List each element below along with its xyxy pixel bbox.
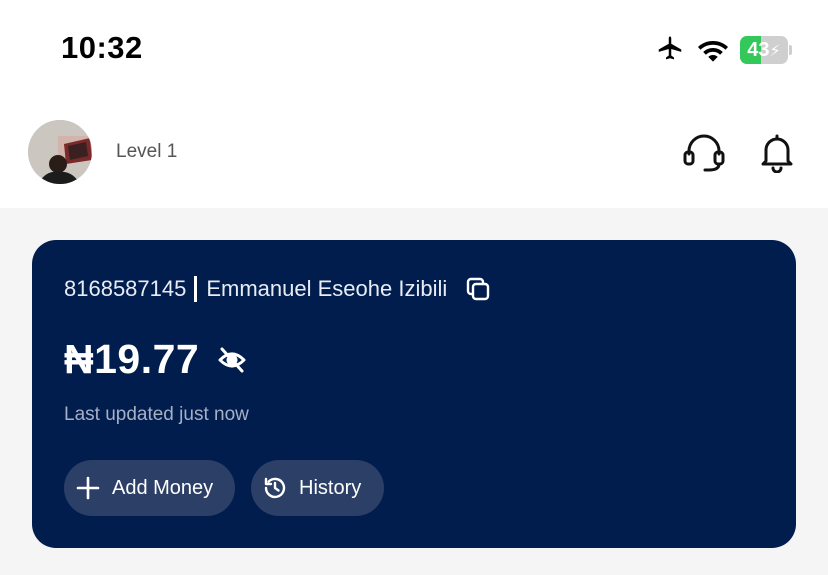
- history-clock-icon: [264, 477, 286, 499]
- status-time: 10:32: [61, 30, 143, 65]
- account-number: 8168587145: [64, 276, 187, 301]
- support-headset-icon[interactable]: [681, 130, 727, 176]
- add-money-button[interactable]: Add Money: [64, 460, 235, 516]
- battery-charging-icon: 43⚡: [740, 36, 792, 64]
- account-row: 8168587145 Emmanuel Eseohe Izibili: [64, 276, 491, 302]
- account-name: Emmanuel Eseohe Izibili: [206, 276, 448, 301]
- balance-row: ₦19.77: [64, 336, 247, 383]
- notification-bell-icon[interactable]: [756, 131, 798, 173]
- history-label: History: [299, 476, 362, 499]
- avatar[interactable]: [28, 120, 92, 184]
- airplane-icon: [658, 36, 682, 60]
- history-button[interactable]: History: [251, 460, 384, 516]
- account-divider: [194, 276, 198, 302]
- plus-icon: [76, 476, 100, 500]
- wallet-balance: ₦19.77: [64, 336, 200, 382]
- add-money-label: Add Money: [112, 476, 214, 499]
- user-level[interactable]: Level 1: [116, 141, 177, 163]
- top-header: 10:32 43⚡ Level 1: [0, 0, 828, 208]
- wifi-icon: [698, 41, 728, 62]
- last-updated-text: Last updated just now: [64, 404, 249, 425]
- hide-balance-eye-off-icon[interactable]: [217, 345, 247, 375]
- copy-icon[interactable]: [465, 276, 491, 302]
- battery-level: 43: [747, 39, 770, 61]
- wallet-card: 8168587145 Emmanuel Eseohe Izibili ₦19.7…: [32, 240, 796, 548]
